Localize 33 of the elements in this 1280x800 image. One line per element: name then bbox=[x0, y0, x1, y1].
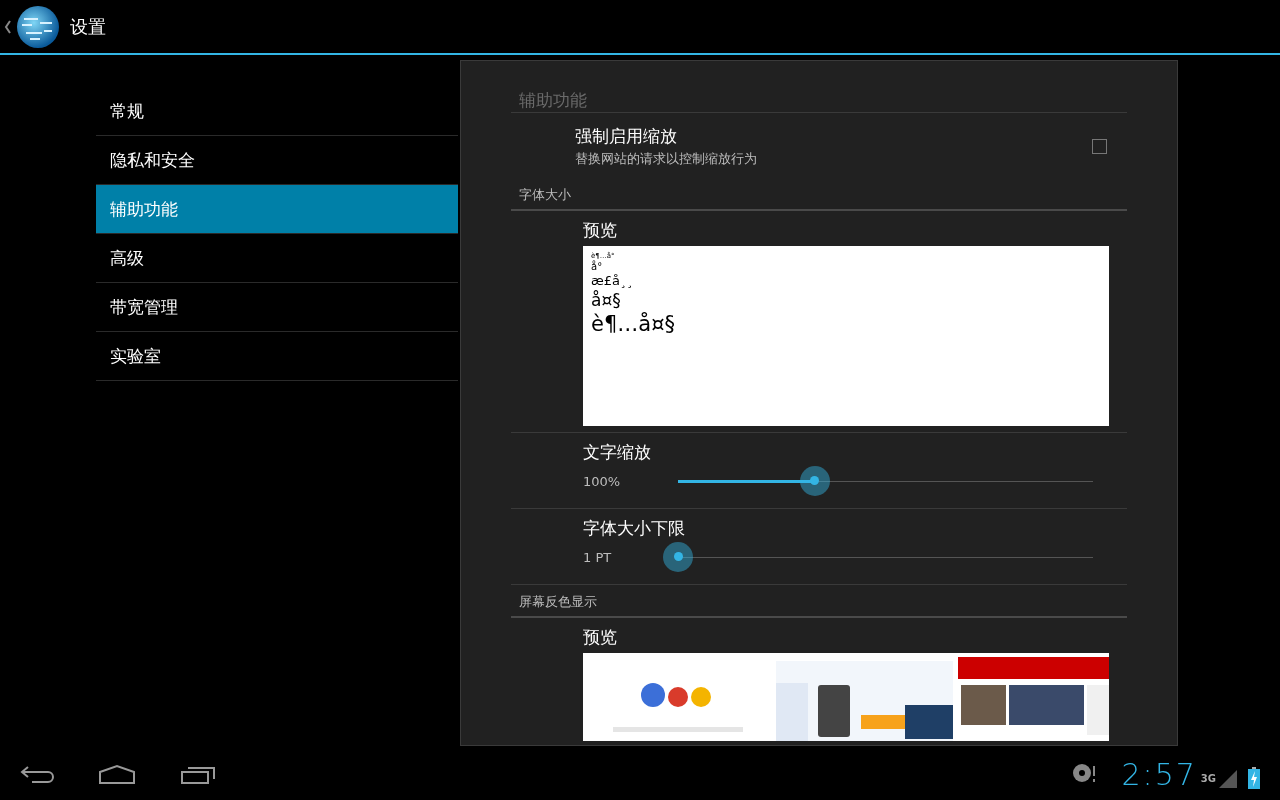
setting-title: 文字缩放 bbox=[583, 441, 652, 464]
preview-title: 预览 bbox=[583, 219, 618, 242]
preview-text: æ£å¸¸ bbox=[591, 273, 633, 290]
section-header: 屏幕反色显示 bbox=[511, 585, 1127, 618]
globe-icon[interactable] bbox=[16, 4, 60, 49]
setting-title: 强制启用缩放 bbox=[575, 125, 678, 148]
signal-icon bbox=[1218, 769, 1238, 789]
checkbox[interactable] bbox=[1092, 139, 1107, 154]
sidebar-item[interactable]: 高级 bbox=[96, 234, 458, 283]
slider-thumb[interactable] bbox=[799, 465, 830, 496]
setting-title: 字体大小下限 bbox=[583, 517, 686, 540]
sidebar-item[interactable]: 常规 bbox=[96, 87, 458, 136]
section-header: 字体大小 bbox=[511, 178, 1127, 211]
slider-reading: 100% bbox=[583, 473, 622, 489]
sidebar-item[interactable]: 带宽管理 bbox=[96, 283, 458, 332]
network-type: 3G bbox=[1200, 773, 1216, 784]
preview-text: è¶…å¤§ bbox=[591, 310, 675, 337]
recent-apps-icon[interactable] bbox=[180, 764, 216, 784]
sidebar-item[interactable]: 辅助功能 bbox=[96, 185, 458, 234]
setting-summary: 替换网站的请求以控制缩放行为 bbox=[575, 150, 758, 168]
slider-thumb[interactable] bbox=[663, 541, 693, 572]
panel-title: 辅助功能 bbox=[511, 61, 1127, 113]
preview-text: å° bbox=[591, 260, 603, 274]
sidebar-item[interactable]: 实验室 bbox=[96, 332, 458, 381]
slider-reading: 1 PT bbox=[583, 549, 613, 565]
preview-title: 预览 bbox=[583, 626, 618, 649]
preview-text: å¤§ bbox=[591, 289, 621, 311]
back-caret-icon[interactable] bbox=[4, 19, 12, 34]
back-icon[interactable] bbox=[20, 765, 54, 783]
home-icon[interactable] bbox=[98, 764, 136, 784]
battery-charging-icon bbox=[1248, 767, 1260, 789]
clock[interactable]: 2:57 bbox=[1121, 756, 1197, 792]
app-title: 设置 bbox=[70, 14, 106, 39]
